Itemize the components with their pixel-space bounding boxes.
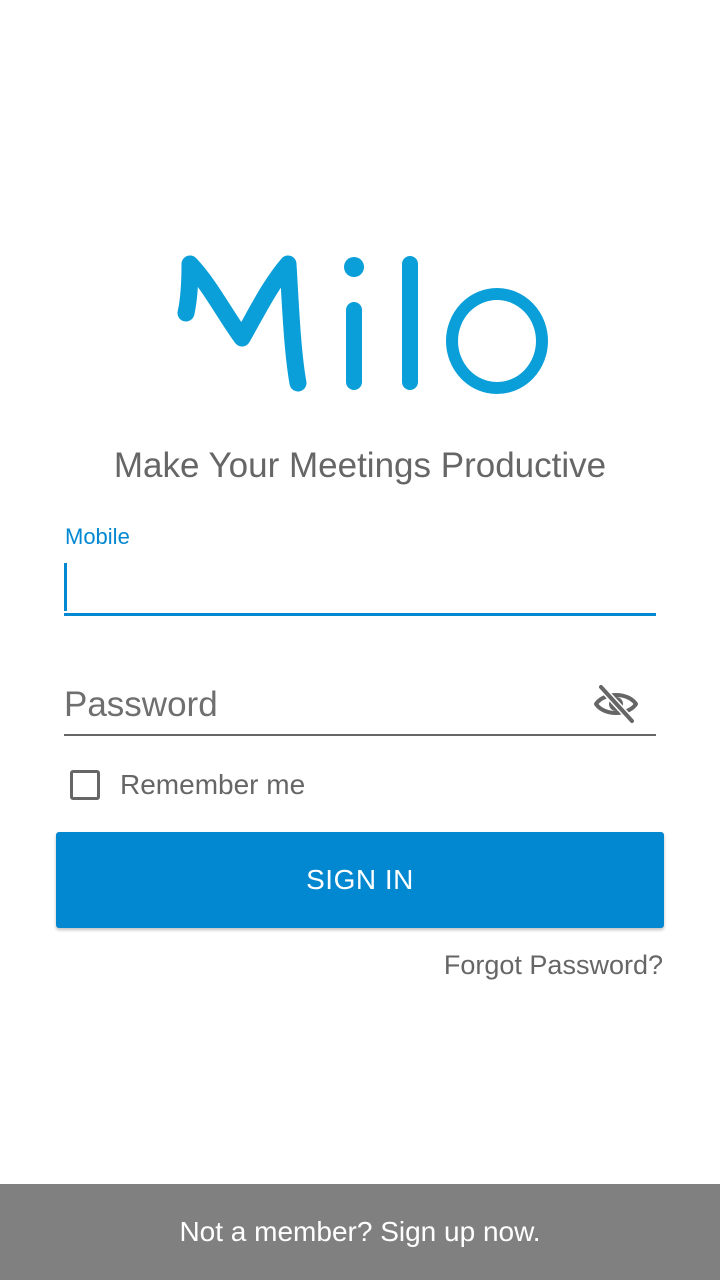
remember-me-row[interactable]: Remember me	[70, 765, 305, 805]
remember-me-checkbox[interactable]	[70, 770, 100, 800]
signup-bar[interactable]: Not a member? Sign up now.	[0, 1184, 720, 1280]
mobile-label: Mobile	[65, 524, 130, 549]
sign-in-button[interactable]: SIGN IN	[56, 832, 664, 928]
text-caret	[64, 563, 67, 611]
eye-off-icon[interactable]	[592, 682, 640, 726]
tagline: Make Your Meetings Productive	[113, 446, 607, 485]
remember-me-label: Remember me	[120, 769, 306, 800]
login-screen: Make Your Meetings Productive Mobile Rem…	[0, 0, 720, 1280]
milo-logo	[177, 255, 548, 394]
password-input[interactable]	[64, 676, 656, 736]
mobile-input[interactable]	[64, 558, 656, 616]
signup-text: Not a member? Sign up now.	[179, 1216, 541, 1247]
forgot-password-link[interactable]: Forgot Password?	[444, 947, 663, 983]
